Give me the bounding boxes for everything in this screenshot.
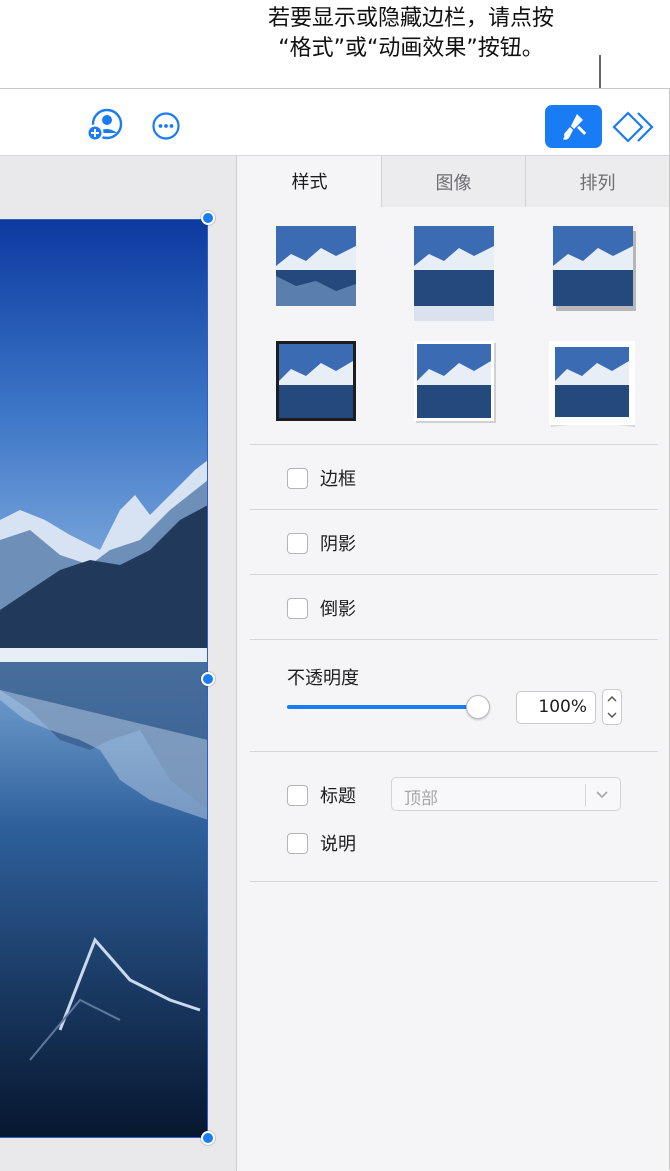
more-button[interactable] [148,108,184,144]
callout-text: 若要显示或隐藏边栏，请点按 “格式”或“动画效果”按钮。 [196,4,626,64]
reflection-option: 倒影 [287,595,356,621]
opacity-slider-knob[interactable] [466,695,490,719]
tab-arrange[interactable]: 排列 [525,156,669,207]
preset-thumbnail [276,341,356,421]
border-checkbox[interactable] [287,467,308,489]
preset-thumbnail [549,341,635,427]
style-preset-plain[interactable] [276,226,356,306]
document-canvas [0,156,237,1171]
opacity-slider-track[interactable] [287,705,479,709]
preset-thumbnail [414,226,494,321]
shadow-label: 阴影 [320,534,356,555]
style-preset-reflection[interactable] [414,226,494,321]
style-preset-curled-frame[interactable] [549,341,635,427]
tab-image[interactable]: 图像 [381,156,525,207]
style-preset-shadow[interactable] [553,226,636,311]
opacity-stepper[interactable] [602,689,622,725]
shadow-checkbox[interactable] [287,532,308,554]
format-button[interactable] [545,105,602,148]
resize-handle-top[interactable] [201,211,215,225]
preset-thumbnail [553,226,636,311]
chevron-up-icon [607,695,617,702]
callout-line-1: 若要显示或隐藏边栏，请点按 [267,6,554,31]
opacity-label: 不透明度 [287,668,359,689]
mountain-lake-photo [0,220,207,1137]
description-label: 说明 [320,834,356,855]
reflection-label: 倒影 [320,599,356,620]
collaborate-button[interactable] [84,107,126,143]
image-style-presets [238,216,669,431]
reflection-checkbox[interactable] [287,597,308,619]
opacity-value-field[interactable]: 100% [516,691,596,724]
divider [250,509,658,510]
collaborate-icon [86,108,123,142]
title-position-value: 顶部 [404,789,438,809]
animate-diamond-icon [612,110,654,143]
animate-button[interactable] [610,105,656,148]
caption-title-option: 标题 [287,782,356,808]
format-paintbrush-icon [562,113,586,140]
resize-handle-middle[interactable] [201,672,215,686]
border-option: 边框 [287,465,356,491]
caption-description-option: 说明 [287,830,356,856]
title-position-select[interactable]: 顶部 [391,777,621,811]
border-label: 边框 [320,469,356,490]
select-separator [585,784,586,806]
chevron-down-icon [596,791,608,799]
resize-handle-bottom[interactable] [201,1131,215,1145]
tab-style[interactable]: 样式 [238,156,381,207]
app-window: 样式 图像 排列 边框 阴影 倒影 不透明度 100% 标题 顶部 说明 [0,88,670,1171]
callout-line-2: “格式”或“动画效果”按钮。 [278,36,544,61]
preset-thumbnail [276,226,356,306]
toolbar [0,89,669,156]
format-sidebar: 样式 图像 排列 边框 阴影 倒影 不透明度 100% 标题 顶部 说明 [238,156,669,1171]
divider [250,574,658,575]
description-checkbox[interactable] [287,832,308,854]
more-icon [152,112,180,140]
divider [250,444,658,445]
style-preset-thick-border[interactable] [276,341,356,421]
style-preset-white-frame[interactable] [414,341,496,423]
title-checkbox[interactable] [287,784,308,806]
divider [250,751,658,752]
title-label: 标题 [320,786,356,807]
divider [250,639,658,640]
sidebar-tabs: 样式 图像 排列 [238,156,669,207]
selected-image[interactable] [0,219,208,1138]
callout-annotation: 若要显示或隐藏边栏，请点按 “格式”或“动画效果”按钮。 [0,0,670,104]
divider [250,881,658,882]
chevron-down-icon [607,712,617,719]
preset-thumbnail [414,341,496,423]
shadow-option: 阴影 [287,530,356,556]
